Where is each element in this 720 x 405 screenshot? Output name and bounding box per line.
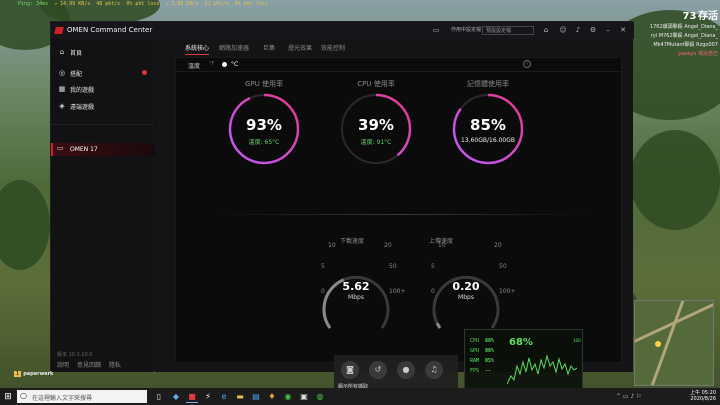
feedback-link[interactable]: 意見回饋 [77,362,101,369]
windows-start-icon[interactable]: ⊞ [2,391,14,403]
remote-icon: ◈ [59,102,65,110]
cpu-usage-title: CPU 使用率 [357,80,395,88]
bolt-icon[interactable]: ⚡ [202,391,214,403]
app-title: OMEN Command Center [67,26,153,34]
section-divider [216,214,586,215]
player-nameplate: 1 paperwerk [14,371,54,377]
minimize-icon[interactable]: – [603,26,613,35]
active-profile-label: 作用中設定檔 [451,27,482,33]
tab-network-booster[interactable]: 網路加速器 [219,43,249,52]
memory-usage-value: 85% [470,116,506,134]
system-tray-icons[interactable]: ⌃ ▭ ♪ ⚐ [616,393,642,400]
cpu-temperature: 溫度: 91°C [360,139,392,146]
gpu-usage-value: 93% [246,116,282,134]
microphone-icon[interactable]: ♫ [425,361,443,379]
dropbox-icon[interactable]: ◆ [170,391,182,403]
taskbar-search-box[interactable]: ○ 在這裡輸入文字來搜尋 [17,390,147,403]
alive-count: 73 [682,11,697,22]
perf-stats: CPU 68% GPU 96% RAM 85% FPS -- [470,338,495,374]
gamepad-icon: ▦ [58,85,66,93]
xbox-game-bar-capture: ◙ ↺ ● ♫ 顯示所有擷取 [334,355,458,390]
sidebar-item-my-games[interactable]: ▦ 我的遊戲 [51,82,154,96]
download-speed-value: 5.62 [342,280,370,293]
gpu-temperature: 溫度: 65°C [248,139,280,146]
memory-amount: 13.60GB/16.00GB [461,137,515,144]
omen-window: OMEN Command Center ▭ 作用中設定檔 預設設定檔 ⌂ ☺ ♪… [50,21,634,372]
chrome-icon[interactable]: ◉ [282,391,294,403]
camera-icon[interactable]: ◙ [341,361,359,379]
main-content: 系統核心 網路加速器 巨集 燈光效果 效能控制 溫度 °F °C i GPU 使… [155,39,633,372]
clock[interactable]: 上午 05:20 2020/8/26 [690,390,716,402]
edge-icon[interactable]: e [218,391,230,403]
perf-graph [507,354,577,392]
tab-system-vitals[interactable]: 系統核心 [185,43,210,55]
footer-links: 說明 意見回饋 隱私 [57,360,127,369]
profile-dropdown[interactable]: 預設設定檔 [482,26,534,35]
bell-icon[interactable]: ♪ [573,26,583,35]
download-speed-title: 下載速度 [339,238,364,245]
gpu-usage-title: GPU 使用率 [245,80,283,88]
compass-icon: ◎ [58,69,66,77]
title-bar: OMEN Command Center ▭ 作用中設定檔 預設設定檔 ⌂ ☺ ♪… [51,22,634,39]
laptop-icon: ▭ [57,144,64,152]
record-icon[interactable]: ● [397,361,415,379]
sidebar: ⌂ 首頁 ◎ 搭配 ▦ 我的遊戲 ◈ 遠端遊戲 ▭ OMEN 17 版本 10.… [51,39,154,372]
tab-performance-control[interactable]: 效能控制 [321,43,345,52]
sidebar-item-discover[interactable]: ◎ 搭配 [51,66,154,80]
store-icon[interactable]: ▤ [250,391,262,403]
version-label: 版本 10.3.10.0 [57,352,93,358]
info-icon[interactable]: i [523,60,531,68]
temperature-unit-row: 溫度 °F °C i [176,58,623,72]
upload-dial [432,275,500,329]
memory-usage-title: 記憶體使用率 [467,80,509,88]
vitals-panel: 溫度 °F °C i GPU 使用率 CPU 使用率 記憶體使用率 93% 39… [175,57,623,363]
cpu-usage-value: 39% [358,116,394,134]
fahrenheit-option[interactable]: °F [209,61,214,67]
record-last-icon[interactable]: ↺ [369,361,387,379]
help-link[interactable]: 說明 [57,362,69,369]
task-view-icon[interactable]: ▯ [153,391,165,403]
download-dial [322,275,390,329]
tab-bar: 系統核心 網路加速器 巨集 燈光效果 效能控制 [155,39,633,55]
sidebar-divider [51,124,154,125]
gear-icon[interactable]: ⚙ [588,26,598,35]
sidebar-item-home[interactable]: ⌂ 首頁 [51,45,154,59]
tab-lighting[interactable]: 燈光效果 [288,43,312,52]
controller-icon[interactable]: ⌂ [541,26,551,35]
line-icon[interactable]: ◍ [314,391,326,403]
network-stats-hud: Ping: 34ms ↗ 14.99 KB/s 48 pkt/s 0% pkt los… [18,1,268,7]
laptop-icon[interactable]: ▭ [431,26,441,35]
upload-speed-value: 0.20 [452,280,480,293]
celsius-option[interactable]: °C [231,61,238,68]
temperature-unit-toggle[interactable] [222,62,227,67]
taskbar: ⊞ ○ 在這裡輸入文字來搜尋 ▯ ◆ ■ ⚡ e ▬ ▤ ♦ ◉ ▣ ◍ ⌃ ▭… [0,388,720,405]
notification-dot [142,70,147,75]
omen-logo-icon [54,27,64,34]
app-icon[interactable]: ▣ [298,391,310,403]
player-marker-icon [655,341,661,347]
privacy-link[interactable]: 隱私 [109,362,121,369]
minimap [634,300,714,386]
close-icon[interactable]: ✕ [618,26,628,35]
folder-icon[interactable]: ▬ [234,391,246,403]
game-icon[interactable]: ♦ [266,391,278,403]
sidebar-item-remote-play[interactable]: ◈ 遠端遊戲 [51,99,154,113]
sidebar-item-device[interactable]: ▭ OMEN 17 [51,143,154,156]
omen-taskbar-icon[interactable]: ■ [186,391,198,403]
user-icon[interactable]: ☺ [558,26,568,35]
home-icon: ⌂ [59,48,65,56]
search-icon: ○ [20,391,27,400]
tab-macros[interactable]: 巨集 [263,43,275,52]
